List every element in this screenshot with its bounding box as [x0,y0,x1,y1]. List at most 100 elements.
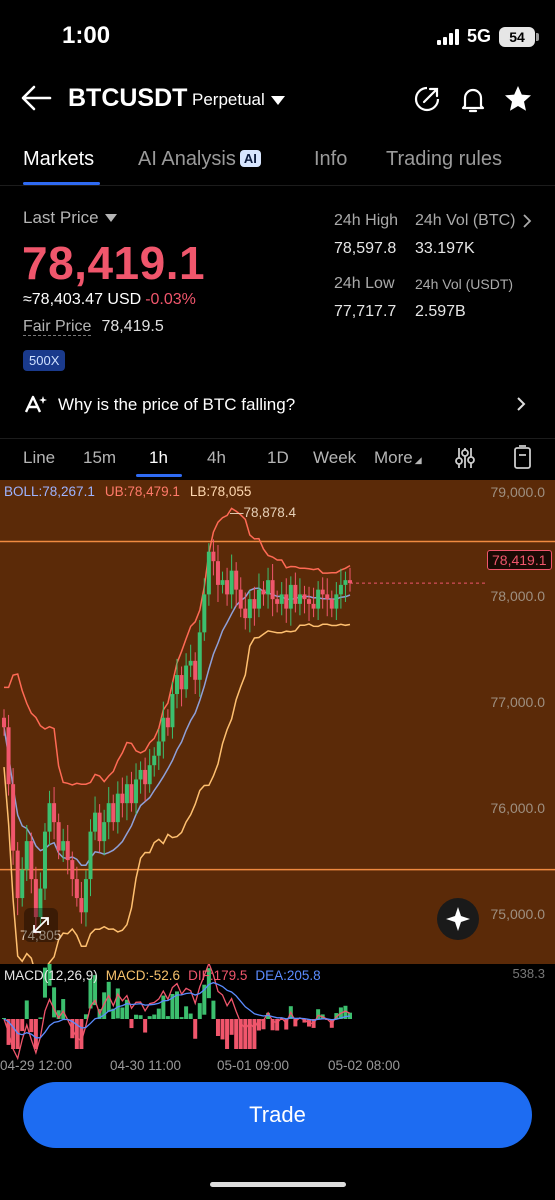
star-icon[interactable] [503,84,533,114]
tab-info[interactable]: Info [314,148,347,171]
high-marker-value: 78,878.4 [243,505,297,520]
candle-body [193,660,198,680]
candle-body [284,594,289,609]
y-tick-78000: 78,000.0 [490,588,546,604]
interval-1h[interactable]: 1h [149,448,168,468]
interval-week[interactable]: Week [313,448,356,468]
tab-trading-rules[interactable]: Trading rules [386,148,502,171]
candle-body [52,803,57,823]
last-price-selector[interactable]: Last Price [23,208,117,228]
chevron-right-icon [523,214,532,228]
candle-body [206,551,211,595]
y-tick-75000: 75,000.0 [490,906,546,922]
candle-body [165,717,170,728]
macd-histogram-bar [29,1019,34,1033]
macd-histogram-bar [211,1000,216,1019]
ai-sparkle-icon [24,395,47,413]
indicator-settings-icon[interactable] [454,446,476,470]
dif-value: DIF:179.5 [188,968,248,983]
macd-histogram-bar [188,1013,193,1019]
macd-histogram-bar [2,1018,6,1019]
dropdown-caret-icon [270,95,285,105]
signal-icon [436,28,459,45]
low-label: 24h Low [334,275,395,292]
network-label: 5G [466,26,491,46]
sparkle-button-icon[interactable] [437,898,479,940]
macd-histogram-bar [143,1019,148,1033]
macd-histogram-bar [234,1019,239,1049]
macd-value: MACD:-52.6 [105,968,181,983]
candle-body [6,727,11,785]
candle-body [215,561,220,585]
contract-type-label: Perpetual [192,90,265,109]
macd-histogram-bar [33,1019,38,1049]
macd-histogram-bar [229,1019,234,1035]
x-tick-3: 05-02 08:00 [328,1058,401,1073]
interval-4h[interactable]: 4h [207,448,226,468]
candle-body [56,822,61,851]
candle-body [74,879,79,899]
macd-legend: MACD(12,26,9) MACD:-52.6 DIF:179.5 DEA:205.… [4,968,321,983]
interval-line[interactable]: Line [23,448,55,468]
pair-title[interactable]: BTCUSDT [68,84,187,113]
tab-markets[interactable]: Markets [23,148,94,171]
fair-price-label[interactable]: Fair Price [23,318,92,336]
macd-histogram-bar [129,1019,134,1029]
vol-btc-label[interactable]: 24h Vol (BTC) [415,212,515,230]
candle-body [243,608,248,619]
candle-body [325,594,330,600]
candle-body [307,599,312,604]
tab-ai-analysis[interactable]: AI Analysis AI [138,148,261,171]
candle-body [247,599,252,619]
y-tick-79000: 79,000.0 [490,484,546,500]
candle-body [47,803,52,832]
candle-body [256,589,261,609]
candle-body [343,580,348,585]
candle-body [83,879,88,913]
candle-body [93,812,98,832]
boll-legend: BOLL:78,267.1 UB:78,479.1 LB:78,055 [4,484,251,499]
candle-body [234,570,239,590]
candle-body [20,869,25,899]
main-tabs: Markets AI Analysis AI Info Trading rules [0,146,555,186]
chevron-right-icon [517,397,526,411]
price-chart[interactable] [0,480,555,964]
ai-question-text[interactable]: Why is the price of BTC falling? [58,395,295,415]
candle-body [225,580,230,595]
battery-icon: 54 [499,26,539,47]
macd-histogram-bar [156,1008,161,1019]
vol-usdt-label: 24h Vol (USDT) [415,276,514,292]
interval-15m[interactable]: 15m [83,448,116,468]
interval-more[interactable]: More ◢ [374,448,422,468]
interval-1d[interactable]: 1D [267,448,289,468]
x-tick-1: 04-30 11:00 [110,1058,182,1073]
trade-button[interactable]: Trade [23,1082,532,1148]
contract-type-dropdown[interactable]: Perpetual [192,90,285,110]
candle-body [29,841,34,880]
expand-icon[interactable] [24,908,58,942]
usd-value-line: ≈78,403.47 USD -0.03% [23,291,196,309]
candle-body [79,898,84,913]
candle-body [24,841,29,870]
active-interval-indicator [136,474,182,477]
candle-body [120,793,125,804]
candle-body [320,589,325,595]
candle-body [88,831,93,880]
chart-mode-icon[interactable] [512,444,534,470]
candle-body [252,599,257,609]
candle-body [15,850,20,899]
candle-body [311,603,316,609]
usd-value: ≈78,403.47 USD [23,291,142,308]
leverage-badge: 500X [23,350,66,371]
back-arrow-icon[interactable] [20,84,52,112]
last-price-value: 78,419.1 [22,237,206,289]
share-icon[interactable] [412,84,442,114]
bell-icon[interactable] [458,84,488,114]
caret-down-icon [104,214,117,222]
candle-body [2,717,6,728]
macd-histogram-bar [61,999,66,1019]
lb-value: LB:78,055 [189,484,252,499]
candle-body [270,580,275,600]
macd-histogram-bar [215,1019,220,1036]
status-bar-right: 5G 54 [436,26,539,47]
